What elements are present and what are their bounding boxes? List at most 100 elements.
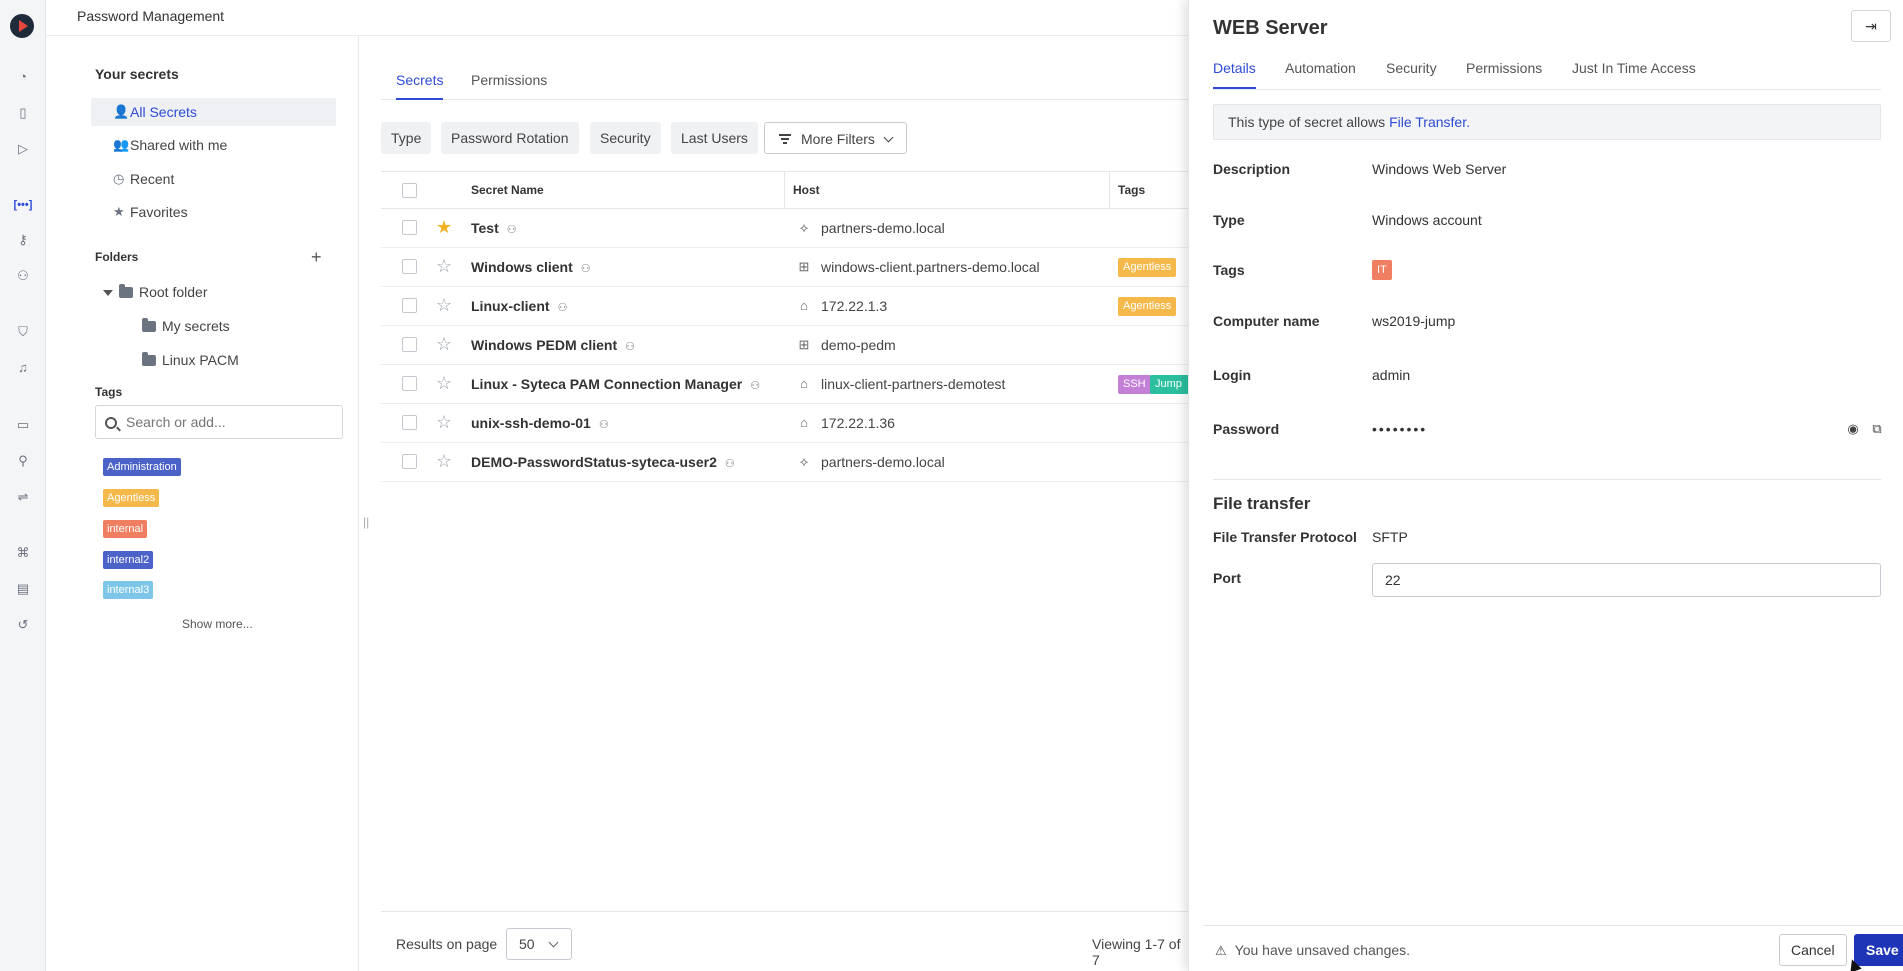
cancel-button[interactable]: Cancel xyxy=(1779,934,1847,966)
file-transfer-info-banner: This type of secret allows File Transfer… xyxy=(1213,104,1881,140)
table-row[interactable]: ☆ Windows client ⚇ ⊞ windows-client.partn… xyxy=(381,248,1188,287)
tag-search-input[interactable] xyxy=(95,405,343,439)
windows-icon: ⊞ xyxy=(798,337,810,352)
save-button[interactable]: Save xyxy=(1854,934,1903,966)
hierarchy-icon[interactable]: ⌘ xyxy=(14,544,32,562)
sidebar-item-favorites[interactable]: ★ Favorites xyxy=(91,198,336,226)
search-icon xyxy=(105,417,117,429)
tab-just-in-time-access[interactable]: Just In Time Access xyxy=(1572,60,1696,87)
table-row[interactable]: ☆ unix-ssh-demo-01 ⚇ ⌂ 172.22.1.36 xyxy=(381,404,1188,443)
usb-icon[interactable]: ⇌ xyxy=(14,488,32,506)
tag-internal[interactable]: internal xyxy=(103,520,148,538)
show-more-link[interactable]: Show more... xyxy=(182,617,253,631)
eye-off-icon[interactable]: ◉ xyxy=(1845,421,1861,437)
document-icon[interactable]: ▯ xyxy=(14,104,32,122)
select-all-checkbox[interactable] xyxy=(402,183,417,198)
protocol-label: File Transfer Protocol xyxy=(1213,529,1357,545)
chevron-down-icon xyxy=(548,937,559,948)
add-folder-icon[interactable]: + xyxy=(311,248,322,266)
sidebar-item-all-secrets[interactable]: 👤 All Secrets xyxy=(91,98,336,126)
folder-root[interactable]: Root folder xyxy=(103,281,207,303)
tag-agentless[interactable]: Agentless xyxy=(103,489,160,507)
favorite-star-icon[interactable]: ☆ xyxy=(436,452,452,470)
row-checkbox[interactable] xyxy=(402,415,417,430)
favorite-star-icon[interactable]: ☆ xyxy=(436,374,452,392)
bell-icon[interactable]: ♫ xyxy=(14,359,32,377)
tag-it[interactable]: IT xyxy=(1372,260,1392,280)
favorite-star-icon[interactable]: ☆ xyxy=(436,257,452,275)
users-key-icon[interactable]: ⚇ xyxy=(14,267,32,285)
row-checkbox[interactable] xyxy=(402,376,417,391)
user-icon[interactable]: ⚲ xyxy=(14,452,32,470)
favorite-star-icon[interactable]: ☆ xyxy=(436,413,452,431)
column-host[interactable]: Host xyxy=(784,172,820,208)
row-tag-agentless[interactable]: Agentless xyxy=(1118,297,1177,316)
filter-last-users[interactable]: Last Users xyxy=(671,122,758,154)
caret-down-icon[interactable] xyxy=(103,290,113,296)
tab-permissions[interactable]: Permissions xyxy=(471,72,547,98)
tab-secrets[interactable]: Secrets xyxy=(396,72,444,100)
filter-type[interactable]: Type xyxy=(381,122,432,154)
tab-security[interactable]: Security xyxy=(1386,60,1437,87)
password-label: Password xyxy=(1213,421,1280,437)
monitor-icon[interactable]: ▭ xyxy=(14,416,32,434)
filter-password-rotation[interactable]: Password Rotation xyxy=(441,122,579,154)
port-label: Port xyxy=(1213,570,1241,586)
row-checkbox[interactable] xyxy=(402,298,417,313)
history-icon[interactable]: ↺ xyxy=(14,616,32,634)
tag-internal3[interactable]: internal3 xyxy=(103,581,154,599)
row-checkbox[interactable] xyxy=(402,220,417,235)
results-per-page-select[interactable]: 50 xyxy=(506,928,572,960)
tab-automation[interactable]: Automation xyxy=(1285,60,1356,87)
row-checkbox[interactable] xyxy=(402,337,417,352)
more-filters-button[interactable]: More Filters xyxy=(764,122,907,154)
port-input[interactable] xyxy=(1372,563,1881,597)
shared-users-icon: ⚇ xyxy=(598,419,609,431)
secret-details-panel: WEB Server ⇥ Details Automation Security… xyxy=(1188,0,1903,971)
table-row[interactable]: ☆ DEMO-PasswordStatus-syteca-user2 ⚇ ⟡ pa… xyxy=(381,443,1188,482)
favorite-star-icon[interactable]: ★ xyxy=(436,218,452,236)
host-value: linux-client-partners-demotest xyxy=(821,376,1006,392)
favorite-star-icon[interactable]: ☆ xyxy=(436,335,452,353)
secret-name-text: Linux-client xyxy=(471,298,550,314)
table-row[interactable]: ☆ Linux-client ⚇ ⌂ 172.22.1.3 Agentless xyxy=(381,287,1188,326)
column-tags[interactable]: Tags xyxy=(1109,172,1145,208)
dashboard-icon[interactable]: ◔ xyxy=(14,68,32,86)
people-icon: 👥 xyxy=(113,137,130,152)
row-tag-agentless[interactable]: Agentless xyxy=(1118,258,1177,277)
play-icon[interactable]: ▷ xyxy=(14,140,32,158)
clock-icon: ◷ xyxy=(113,171,125,186)
table-row[interactable]: ★ Test ⚇ ⟡ partners-demo.local xyxy=(381,209,1188,248)
collapse-panel-button[interactable]: ⇥ xyxy=(1851,10,1891,42)
tag-internal2[interactable]: internal2 xyxy=(103,551,154,569)
row-tag-ssh[interactable]: SSH xyxy=(1118,375,1151,394)
row-checkbox[interactable] xyxy=(402,454,417,469)
sidebar-item-recent[interactable]: ◷ Recent xyxy=(91,165,336,193)
folder-linux-pacm[interactable]: Linux PACM xyxy=(142,349,239,371)
column-secret-name[interactable]: Secret Name xyxy=(463,172,544,208)
secret-name-text: Windows PEDM client xyxy=(471,337,618,353)
table-row[interactable]: ☆ Linux - Syteca PAM Connection Manager ⚇… xyxy=(381,365,1188,404)
tab-permissions[interactable]: Permissions xyxy=(1466,60,1542,87)
copy-icon[interactable]: ⧉ xyxy=(1869,421,1885,437)
secret-name: DEMO-PasswordStatus-syteca-user2 ⚇ xyxy=(471,454,735,470)
linux-icon: ⌂ xyxy=(800,298,808,313)
chevron-down-icon xyxy=(883,132,894,143)
row-checkbox[interactable] xyxy=(402,259,417,274)
app-logo[interactable] xyxy=(10,14,34,38)
panel-footer: ⚠ You have unsaved changes. Cancel Save xyxy=(1203,925,1903,971)
folder-my-secrets[interactable]: My secrets xyxy=(142,315,230,337)
chart-icon[interactable]: ▤ xyxy=(14,580,32,598)
sidebar-item-shared-with-me[interactable]: 👥 Shared with me xyxy=(91,131,336,159)
filter-security[interactable]: Security xyxy=(590,122,661,154)
favorite-star-icon[interactable]: ☆ xyxy=(436,296,452,314)
key-icon[interactable]: ⚷ xyxy=(14,231,32,249)
tag-administration[interactable]: Administration xyxy=(103,458,181,476)
pane-resize-handle[interactable]: || xyxy=(363,515,369,529)
shield-icon[interactable]: ⛉ xyxy=(14,323,32,341)
table-row[interactable]: ☆ Windows PEDM client ⚇ ⊞ demo-pedm xyxy=(381,326,1188,365)
row-tag-jump[interactable]: Jump xyxy=(1150,375,1188,394)
tab-details[interactable]: Details xyxy=(1213,60,1256,89)
file-transfer-link[interactable]: File Transfer. xyxy=(1389,114,1470,130)
password-icon[interactable]: [•••] xyxy=(10,196,36,214)
